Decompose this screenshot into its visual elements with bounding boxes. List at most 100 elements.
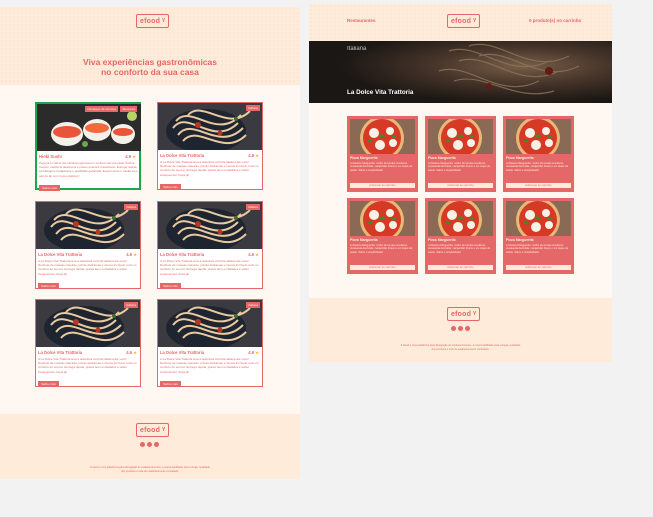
facebook-icon[interactable] (147, 442, 152, 447)
pizza-image (506, 201, 571, 236)
nav-restaurants-link[interactable]: Restaurantes (347, 18, 376, 23)
tag-list: Italiana (246, 204, 260, 210)
hero-title: Viva experiências gastronômicas no confo… (40, 57, 260, 77)
hero-banner: efood ᵞ Viva experiências gastronômicas n… (0, 7, 300, 85)
logo-text: efood (140, 18, 161, 25)
footer-logo[interactable]: efood ᵞ (136, 423, 170, 437)
tag-list: Italiana (246, 105, 260, 111)
dish-name: Pizza Marguerita (506, 238, 534, 242)
restaurant-name: La Dolce Vita Trattoria (160, 350, 205, 355)
add-to-cart-button[interactable]: Adicionar ao carrinho (428, 183, 493, 188)
dish-card[interactable]: Pizza Marguerita A clássica Marguerita: m… (347, 198, 418, 274)
restaurant-name: Hioki Sushi (39, 154, 62, 159)
pizza-image (428, 201, 493, 236)
restaurant-card[interactable]: Italiana La Dolce Vita Trattoria 4.6 ★ A La… (157, 299, 263, 387)
design-canvas: efood ᵞ Viva experiências gastronômicas n… (0, 0, 653, 517)
restaurant-description: Peça já o melhor da culinária japonesa n… (39, 161, 138, 178)
restaurant-rating: 4.6 ★ (126, 252, 137, 257)
restaurant-card[interactable]: Italiana La Dolce Vita Trattoria 4.6 ★ A La… (35, 299, 141, 387)
restaurant-description: A La Dolce Vita Trattoria leva a autênti… (160, 259, 259, 276)
dish-description: A clássica Marguerita: molho de tomate s… (506, 162, 569, 172)
instagram-icon[interactable] (140, 442, 145, 447)
restaurant-rating: 4.9 ★ (125, 154, 136, 159)
saiba-mais-button[interactable]: Saiba mais (160, 283, 181, 289)
star-icon: ★ (133, 350, 137, 355)
restaurant-card[interactable]: Italiana La Dolce Vita Trattoria 4.6 ★ A La… (157, 201, 263, 289)
saiba-mais-button[interactable]: Saiba mais (160, 381, 181, 387)
social-links (140, 442, 159, 447)
restaurant-tag: Italiana (246, 105, 260, 111)
restaurant-tag: Japonesa (119, 106, 137, 112)
dish-name: Pizza Marguerita (350, 156, 378, 160)
restaurant-rating: 4.6 ★ (248, 252, 259, 257)
restaurant-tag: Italiana (124, 302, 138, 308)
dish-image (350, 201, 415, 236)
cart-link[interactable]: 0 produto(s) no carrinho (529, 18, 581, 23)
pizza-image (350, 201, 415, 236)
dish-card[interactable]: Pizza Marguerita A clássica Marguerita: m… (503, 198, 574, 274)
rating-value: 4.6 (126, 350, 133, 355)
dish-card[interactable]: Pizza Marguerita A clássica Marguerita: m… (425, 198, 496, 274)
rating-value: 4.9 (125, 154, 132, 159)
dish-description: A clássica Marguerita: molho de tomate s… (506, 244, 569, 254)
twitter-icon[interactable] (465, 326, 470, 331)
restaurant-banner: Italiana La Dolce Vita Trattoria (309, 41, 612, 103)
dish-image (428, 201, 493, 236)
add-to-cart-button[interactable]: Adicionar ao carrinho (506, 265, 571, 270)
dish-description: A clássica Marguerita: molho de tomate s… (428, 244, 491, 254)
pizza-image (350, 119, 415, 154)
hero-title-line1: Viva experiências gastronômicas (82, 57, 218, 67)
add-to-cart-button[interactable]: Adicionar ao carrinho (350, 183, 415, 188)
footer-logo[interactable]: efood ᵞ (447, 307, 481, 321)
efood-logo[interactable]: efood ᵞ (447, 14, 481, 28)
restaurant-name: La Dolce Vita Trattoria (347, 89, 414, 96)
restaurant-description: A La Dolce Vita Trattoria leva a autênti… (160, 160, 259, 177)
star-icon: ★ (255, 153, 259, 158)
restaurant-description: A La Dolce Vita Trattoria leva a autênti… (38, 357, 137, 374)
home-footer: efood ᵞ A efood é uma plataforma para div… (0, 414, 300, 479)
social-links (451, 326, 470, 331)
star-icon: ★ (132, 154, 136, 159)
restaurant-tag: Italiana (124, 204, 138, 210)
add-to-cart-button[interactable]: Adicionar ao carrinho (350, 265, 415, 270)
disclaimer-line2: dos produtos é toda do estabelecimento c… (431, 347, 490, 351)
rating-value: 4.6 (248, 252, 255, 257)
efood-logo[interactable]: efood ᵞ (136, 14, 170, 28)
restaurant-card[interactable]: Destaque da semana Japonesa Hioki Sushi 4.9… (35, 102, 141, 191)
twitter-icon[interactable] (154, 442, 159, 447)
add-to-cart-button[interactable]: Adicionar ao carrinho (428, 265, 493, 270)
restaurant-header: Restaurantes efood ᵞ 0 produto(s) no carr… (309, 4, 612, 41)
dish-card[interactable]: Pizza Marguerita A clássica Marguerita: m… (503, 116, 574, 192)
restaurant-rating: 4.6 ★ (248, 153, 259, 158)
restaurant-description: A La Dolce Vita Trattoria leva a autênti… (160, 357, 259, 374)
facebook-icon[interactable] (458, 326, 463, 331)
restaurant-footer: efood ᵞ A efood é uma plataforma para div… (309, 298, 612, 362)
tag-list: Italiana (124, 204, 138, 210)
dish-card[interactable]: Pizza Marguerita A clássica Marguerita: m… (425, 116, 496, 192)
instagram-icon[interactable] (451, 326, 456, 331)
rating-value: 4.6 (126, 252, 133, 257)
saiba-mais-button[interactable]: Saiba mais (38, 283, 59, 289)
rating-value: 4.6 (248, 153, 255, 158)
restaurant-name: La Dolce Vita Trattoria (38, 252, 83, 257)
restaurant-description: A La Dolce Vita Trattoria leva a autênti… (38, 259, 137, 276)
saiba-mais-button[interactable]: Saiba mais (39, 185, 60, 191)
dish-image (350, 119, 415, 154)
saiba-mais-button[interactable]: Saiba mais (38, 381, 59, 387)
restaurant-card[interactable]: Italiana La Dolce Vita Trattoria 4.6 ★ A La… (35, 201, 141, 289)
add-to-cart-button[interactable]: Adicionar ao carrinho (506, 183, 571, 188)
dish-image (506, 201, 571, 236)
restaurant-name: La Dolce Vita Trattoria (160, 153, 205, 158)
star-icon: ★ (133, 252, 137, 257)
restaurant-cuisine: Italiana (347, 46, 367, 52)
tag-list: Italiana (246, 302, 260, 308)
dish-card[interactable]: Pizza Marguerita A clássica Marguerita: m… (347, 116, 418, 192)
tag-list: Italiana (124, 302, 138, 308)
saiba-mais-button[interactable]: Saiba mais (160, 184, 181, 190)
restaurant-page: Restaurantes efood ᵞ 0 produto(s) no carr… (309, 4, 612, 362)
restaurant-name: La Dolce Vita Trattoria (160, 252, 205, 257)
hero-title-line2: no conforto da sua casa (101, 67, 199, 77)
dish-description: A clássica Marguerita: molho de tomate s… (350, 244, 413, 254)
restaurant-card[interactable]: Italiana La Dolce Vita Trattoria 4.6 ★ A La… (157, 102, 263, 190)
pizza-image (506, 119, 571, 154)
